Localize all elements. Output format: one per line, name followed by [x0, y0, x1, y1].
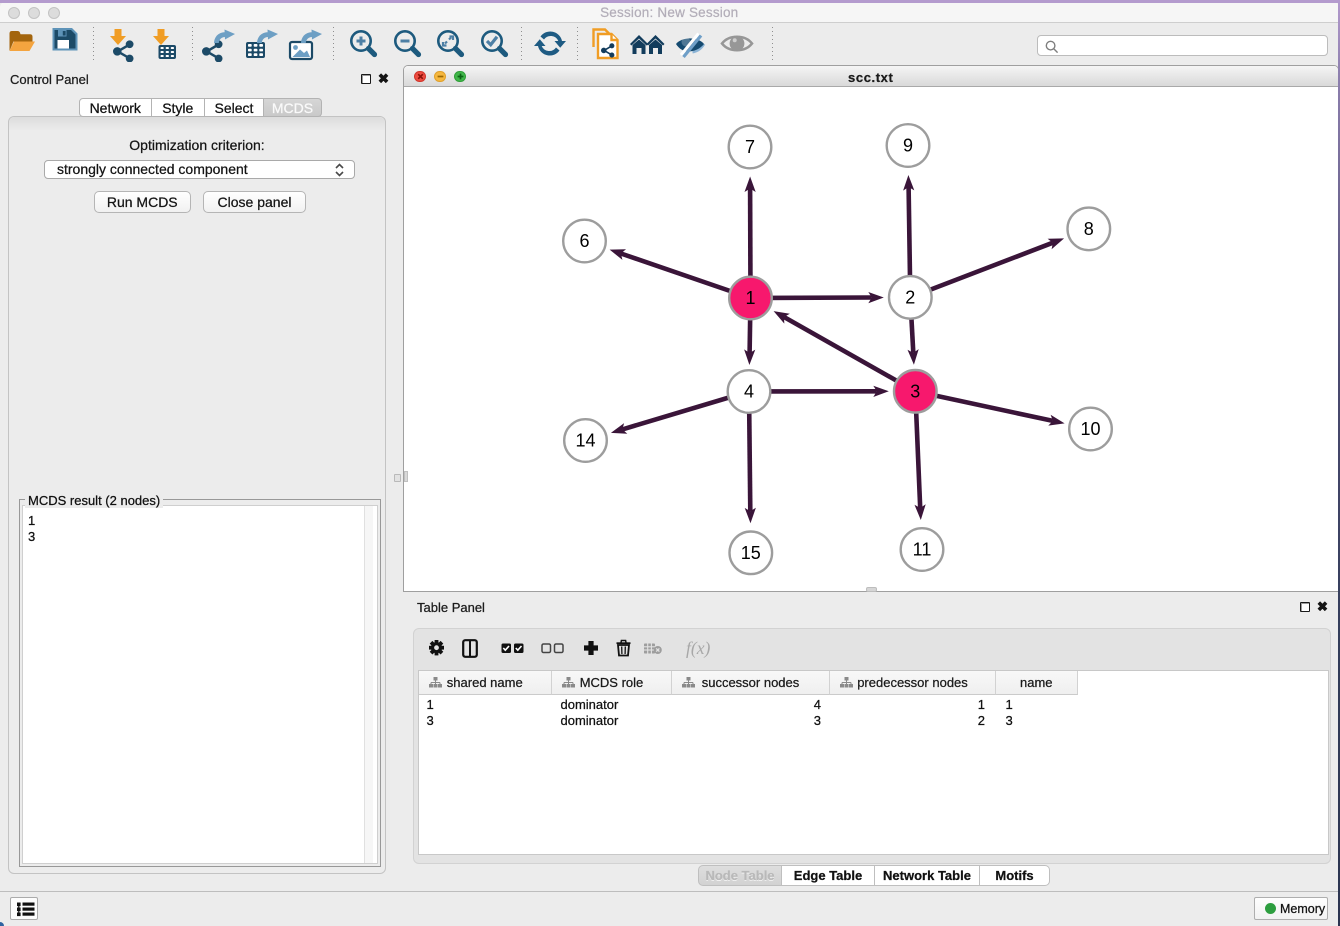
svg-text:3: 3 — [910, 381, 920, 401]
svg-text:8: 8 — [1084, 218, 1094, 238]
svg-text:9: 9 — [903, 135, 913, 155]
svg-text:14: 14 — [575, 430, 595, 450]
svg-text:4: 4 — [744, 381, 754, 401]
svg-text:1: 1 — [745, 288, 755, 308]
svg-text:2: 2 — [905, 287, 915, 307]
svg-text:7: 7 — [745, 137, 755, 157]
svg-text:10: 10 — [1080, 419, 1100, 439]
svg-text:6: 6 — [579, 231, 589, 251]
svg-text:11: 11 — [913, 539, 932, 559]
svg-text:15: 15 — [741, 542, 761, 562]
